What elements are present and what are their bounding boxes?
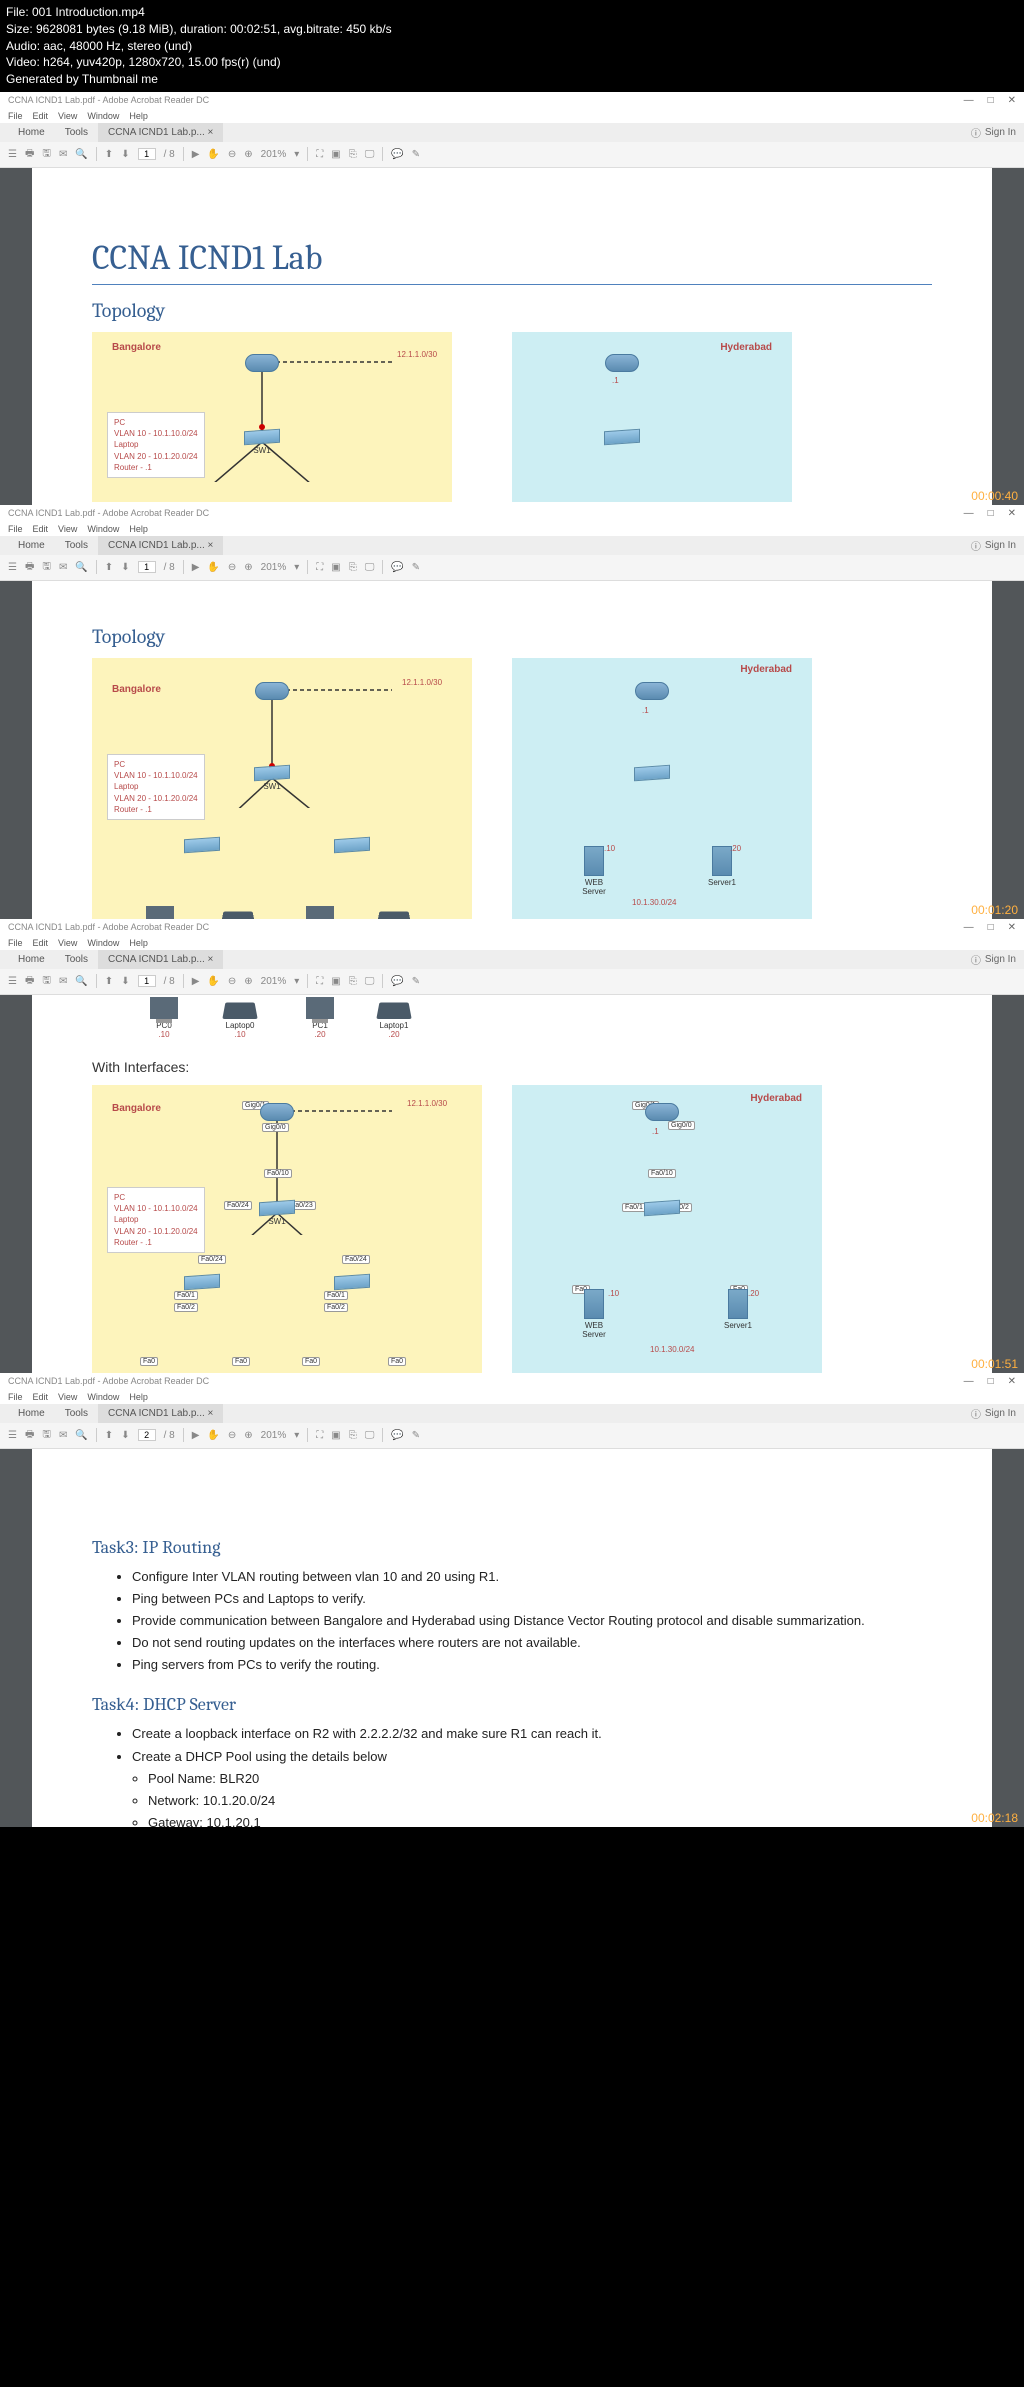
menu-file[interactable]: File bbox=[8, 111, 23, 121]
read-mode-icon[interactable]: ⎘ bbox=[349, 149, 357, 160]
email-icon[interactable]: ✉ bbox=[59, 149, 67, 160]
frame-timestamp: 00:00:40 bbox=[971, 489, 1018, 503]
task4-list: Create a loopback interface on R2 with 2… bbox=[132, 1723, 932, 1767]
task3-item: Configure Inter VLAN routing between vla… bbox=[132, 1566, 932, 1588]
save-icon[interactable]: 🖫 bbox=[42, 146, 51, 163]
file-info-header: File: 001 Introduction.mp4 Size: 9628081… bbox=[0, 0, 1024, 92]
sidebar-toggle-icon[interactable]: ☰ bbox=[8, 149, 17, 160]
task3-item: Ping servers from PCs to verify the rout… bbox=[132, 1654, 932, 1676]
file-audio: Audio: aac, 48000 Hz, stereo (und) bbox=[6, 38, 1018, 55]
file-size: Size: 9628081 bytes (9.18 MiB), duration… bbox=[6, 21, 1018, 38]
task4-subitem: Network: 10.1.20.0/24 bbox=[148, 1790, 932, 1812]
bangalore-label: Bangalore bbox=[112, 342, 161, 353]
zoom-in-icon[interactable]: ⊕ bbox=[244, 149, 252, 160]
zoom-out-icon[interactable]: ⊖ bbox=[228, 149, 236, 160]
task3-item: Ping between PCs and Laptops to verify. bbox=[132, 1588, 932, 1610]
pdf-viewport-3[interactable]: PC0.10 Laptop0.10 PC1.20 Laptop1.20 With… bbox=[0, 995, 1024, 1373]
tab-home[interactable]: Home bbox=[8, 123, 55, 142]
router-bangalore bbox=[242, 354, 282, 372]
pointer-icon[interactable]: ▶ bbox=[192, 149, 200, 160]
page-total: / 8 bbox=[164, 149, 175, 160]
task4-item: Create a DHCP Pool using the details bel… bbox=[132, 1746, 932, 1768]
task4-subitem: Pool Name: BLR20 bbox=[148, 1768, 932, 1790]
tab-bar: Home Tools CCNA ICND1 Lab.p... × ⓘ Sign I… bbox=[0, 123, 1024, 142]
topology-diagram: Bangalore Hyderabad bbox=[92, 332, 932, 502]
toolbar: ☰ 🖶 🖫 ✉ 🔍 ⬆ ⬇ / 8 ▶ ✋ ⊖ ⊕ 201%▾ ⛶ ▣ ⎘ 🖵 … bbox=[0, 142, 1024, 168]
pdf-page: CCNA ICND1 Lab Topology Bangalore Hydera… bbox=[32, 168, 992, 505]
task3-title: Task3: IP Routing bbox=[92, 1537, 932, 1558]
doc-title: CCNA ICND1 Lab bbox=[92, 238, 932, 285]
topology-heading: Topology bbox=[92, 625, 932, 648]
frame-4: CCNA ICND1 Lab.pdf - Adobe Acrobat Reade… bbox=[0, 1373, 1024, 1827]
switch-sw2 bbox=[602, 430, 642, 444]
if-gig00-r: Gig0/0 bbox=[668, 1121, 695, 1130]
pdf-viewport-2[interactable]: Topology Bangalore Hyderabad bbox=[0, 581, 1024, 919]
task3-item: Do not send routing updates on the inter… bbox=[132, 1632, 932, 1654]
file-video: Video: h264, yuv420p, 1280x720, 15.00 fp… bbox=[6, 54, 1018, 71]
menu-view[interactable]: View bbox=[58, 111, 77, 121]
menu-window[interactable]: Window bbox=[87, 111, 119, 121]
file-name: File: 001 Introduction.mp4 bbox=[6, 4, 1018, 21]
menu-help[interactable]: Help bbox=[129, 111, 148, 121]
close-button[interactable]: ✕ bbox=[1008, 95, 1016, 106]
task4-item: Create a loopback interface on R2 with 2… bbox=[132, 1723, 932, 1745]
dot1-label: .1 bbox=[612, 376, 619, 385]
pdf-viewport[interactable]: CCNA ICND1 Lab Topology Bangalore Hydera… bbox=[0, 168, 1024, 505]
topology-full: Bangalore Hyderabad bbox=[92, 658, 932, 919]
tab-tools[interactable]: Tools bbox=[55, 123, 98, 142]
pdf-viewport-4[interactable]: Task3: IP Routing Configure Inter VLAN r… bbox=[0, 1449, 1024, 1827]
view-icon[interactable]: 🖵 bbox=[365, 149, 375, 160]
topology-interfaces: Bangalore Hyderabad bbox=[92, 1085, 932, 1373]
with-interfaces-heading: With Interfaces: bbox=[92, 1059, 932, 1075]
window-title-bar: CCNA ICND1 Lab.pdf - Adobe Acrobat Reade… bbox=[0, 92, 1024, 109]
minimize-button[interactable]: — bbox=[964, 95, 974, 106]
page-down-icon[interactable]: ⬇ bbox=[121, 149, 129, 160]
task4-subitem: Gateway: 10.1.20.1 bbox=[148, 1812, 932, 1827]
comment-icon[interactable]: 💬 bbox=[391, 149, 403, 160]
frame-3: CCNA ICND1 Lab.pdf - Adobe Acrobat Reade… bbox=[0, 919, 1024, 1373]
menu-edit[interactable]: Edit bbox=[33, 111, 49, 121]
frame-1: CCNA ICND1 Lab.pdf - Adobe Acrobat Reade… bbox=[0, 92, 1024, 505]
help-icon[interactable]: ⓘ bbox=[971, 125, 981, 140]
print-icon[interactable]: 🖶 bbox=[25, 146, 34, 163]
window-title: CCNA ICND1 Lab.pdf - Adobe Acrobat Reade… bbox=[8, 95, 209, 106]
wan-subnet-label: 12.1.1.0/30 bbox=[397, 350, 437, 359]
page-up-icon[interactable]: ⬆ bbox=[105, 149, 113, 160]
task3-item: Provide communication between Bangalore … bbox=[132, 1610, 932, 1632]
switch-sw1: SW1 bbox=[242, 430, 282, 455]
if-gig00-l: Gig0/0 bbox=[262, 1123, 289, 1132]
router-hyderabad bbox=[602, 354, 642, 372]
signin-link[interactable]: Sign In bbox=[985, 127, 1016, 138]
zoom-level[interactable]: 201% bbox=[261, 149, 287, 160]
frame-2: CCNA ICND1 Lab.pdf - Adobe Acrobat Reade… bbox=[0, 505, 1024, 919]
topology-heading: Topology bbox=[92, 299, 932, 322]
fit-page-icon[interactable]: ▣ bbox=[331, 149, 340, 160]
fit-width-icon[interactable]: ⛶ bbox=[316, 149, 323, 160]
task4-sublist: Pool Name: BLR20 Network: 10.1.20.0/24 G… bbox=[148, 1768, 932, 1827]
sign-icon[interactable]: ✎ bbox=[412, 149, 420, 160]
maximize-button[interactable]: □ bbox=[988, 95, 994, 106]
hand-icon[interactable]: ✋ bbox=[207, 149, 219, 160]
task4-title: Task4: DHCP Server bbox=[92, 1694, 932, 1715]
menu-bar: File Edit View Window Help bbox=[0, 109, 1024, 123]
search-icon[interactable]: 🔍 bbox=[75, 149, 87, 160]
tab-document[interactable]: CCNA ICND1 Lab.p... × bbox=[98, 123, 223, 142]
hyderabad-label: Hyderabad bbox=[720, 342, 772, 353]
vlan-infobox: PC VLAN 10 - 10.1.10.0/24 Laptop VLAN 20… bbox=[107, 412, 205, 478]
task3-list: Configure Inter VLAN routing between vla… bbox=[132, 1566, 932, 1676]
page-input[interactable] bbox=[138, 148, 156, 160]
file-gen: Generated by Thumbnail me bbox=[6, 71, 1018, 88]
